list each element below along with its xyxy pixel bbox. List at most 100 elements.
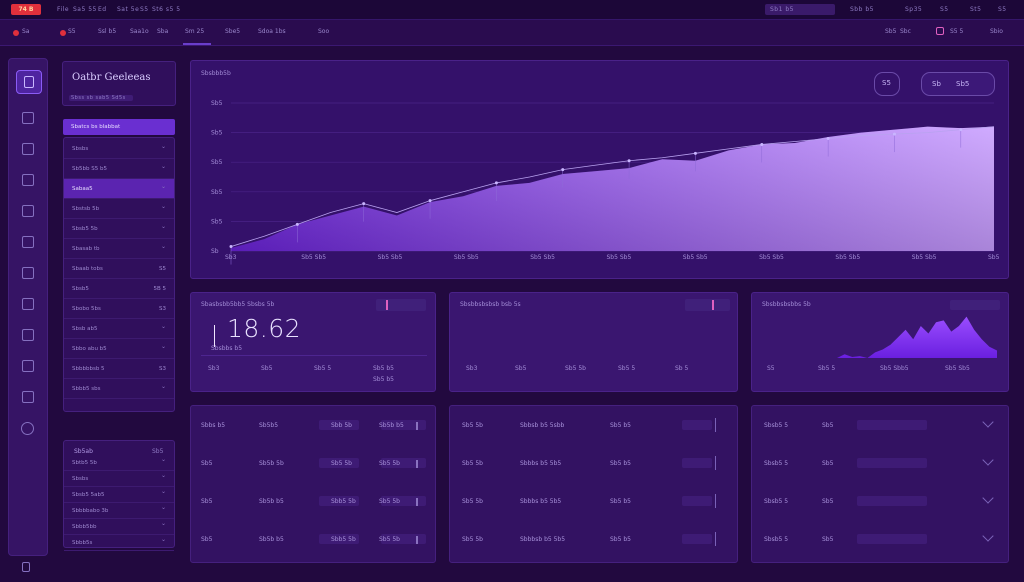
table-row[interactable]: Sb5 5b Sbbbsb b5 5b5 Sb5 b5 — [450, 528, 739, 550]
table-row[interactable]: Sb5 Sb5b b5 Sbb5 5b Sb5 5b — [191, 490, 437, 512]
data-point[interactable] — [494, 181, 498, 185]
top-right-item-0[interactable]: Sb1 b5 — [770, 6, 794, 13]
nav-item[interactable]: Sb5bb S5 b5 ⌄ — [64, 159, 174, 179]
toolbar-item-3[interactable]: Saa1o — [130, 28, 149, 35]
app-logo[interactable]: 74 B — [11, 4, 41, 15]
nav-item[interactable]: Sbbo abu b5 ⌄ — [64, 339, 174, 359]
menu-item-0[interactable]: File — [57, 6, 69, 13]
calendar-icon[interactable] — [22, 267, 34, 279]
toolbar-item-8[interactable]: Soo — [318, 28, 329, 35]
toolbar-right-1[interactable]: Sbc — [900, 28, 911, 35]
nav-item[interactable]: Sbbb5 sbs ⌄ — [64, 379, 174, 399]
data-point[interactable] — [693, 151, 697, 155]
chevron-down-icon[interactable] — [982, 416, 994, 428]
layers-icon[interactable] — [22, 236, 34, 248]
table-row[interactable]: Sb5 Sb5b b5 Sbb5 5b Sb5 5b — [191, 528, 437, 550]
toolbar-right-2[interactable]: S5 5 — [950, 28, 963, 35]
x-tick-label: Sb3 — [225, 254, 237, 261]
nav-item[interactable]: Sbobo 5bs S3 — [64, 299, 174, 319]
lower-nav-item[interactable]: Sbtb5 5b ⌄ — [64, 455, 174, 471]
nav-item[interactable]: Sbsb5 5b ⌄ — [64, 219, 174, 239]
chevron-down-icon[interactable] — [982, 454, 994, 466]
tab-active[interactable]: Sm 25 — [185, 28, 204, 35]
chevron-down-icon[interactable] — [982, 492, 994, 504]
menu-item-5[interactable]: St6 s5 5 — [152, 6, 181, 13]
table-row[interactable]: Sbsb5 5 Sb5 — [752, 490, 1010, 512]
table-cell: Sbsb5 5 — [764, 460, 789, 467]
menu-item-1[interactable]: Sa5 55 — [73, 6, 97, 13]
row-divider-icon[interactable] — [715, 456, 716, 470]
help-icon[interactable] — [21, 422, 34, 435]
lower-nav-item[interactable]: Sbbbbabo 3b ⌄ — [64, 503, 174, 519]
table-row[interactable]: Sbbs b5 Sb5b5 Sbb 5b Sb5b b5 — [191, 414, 437, 436]
data-point[interactable] — [229, 245, 233, 249]
menu-item-3[interactable]: Sat 5e — [117, 6, 139, 13]
top-right-item-3[interactable]: S5 — [940, 6, 949, 13]
top-right-item-1[interactable]: Sbb b5 — [850, 6, 874, 13]
y-tick-label: Sb5 — [211, 130, 223, 137]
data-point[interactable] — [826, 137, 830, 141]
toolbar-item-7[interactable]: Sdoa 1bs — [258, 28, 286, 35]
settings-icon[interactable] — [22, 360, 34, 372]
nav-item[interactable]: Sbbbbbsb 5 S3 — [64, 359, 174, 379]
notification-icon[interactable] — [936, 27, 944, 35]
table-row[interactable]: Sb5 5b Sbbsb b5 5sbb Sb5 b5 — [450, 414, 739, 436]
toolbar-item-1[interactable]: S5 — [68, 28, 76, 35]
nav-item[interactable]: Sbstsb 5b ⌄ — [64, 199, 174, 219]
mail-icon[interactable] — [22, 329, 34, 341]
nav-item[interactable]: Sabaa5 ⌄ — [64, 179, 174, 199]
row-divider-icon[interactable] — [715, 494, 716, 508]
data-point[interactable] — [627, 159, 631, 163]
nav-item[interactable]: Sbsbs ⌄ — [64, 139, 174, 159]
toolbar-item-4[interactable]: Sba — [157, 28, 168, 35]
nav-item[interactable]: Sbasab tb ⌄ — [64, 239, 174, 259]
toolbar-item-2[interactable]: Ssl b5 — [98, 28, 116, 35]
stat-card-1-filter[interactable] — [376, 299, 426, 311]
toolbar-right-3[interactable]: Sbio — [990, 28, 1003, 35]
data-point[interactable] — [760, 142, 764, 146]
data-point[interactable] — [892, 132, 896, 136]
table-row[interactable]: Sb5 5b Sbbbs b5 5b5 Sb5 b5 — [450, 452, 739, 474]
data-point[interactable] — [295, 222, 299, 226]
lower-nav-item[interactable]: Sbsbs ⌄ — [64, 471, 174, 487]
data-point[interactable] — [959, 128, 963, 132]
data-point[interactable] — [428, 199, 432, 203]
row-icon[interactable] — [416, 536, 418, 544]
row-icon[interactable] — [416, 498, 418, 506]
users-icon[interactable] — [22, 298, 34, 310]
toolbar-right-0[interactable]: Sb5 — [885, 28, 896, 35]
row-divider-icon[interactable] — [715, 418, 716, 432]
top-right-item-2[interactable]: Sp35 — [905, 6, 922, 13]
grid-icon[interactable] — [22, 143, 34, 155]
list-icon[interactable] — [22, 112, 34, 124]
stat-card-2-filter[interactable] — [685, 299, 730, 311]
nav-item[interactable]: Sbsb ab5 ⌄ — [64, 319, 174, 339]
top-right-item-4[interactable]: St5 — [970, 6, 981, 13]
nav-item[interactable]: Sbsb5 5B 5 — [64, 279, 174, 299]
nav-header-item[interactable]: Sbatcs bs blabbat — [63, 119, 175, 135]
data-point[interactable] — [362, 202, 366, 206]
folder-icon[interactable] — [22, 205, 34, 217]
row-icon[interactable] — [416, 460, 418, 468]
toolbar-item-6[interactable]: Sbe5 — [225, 28, 240, 35]
menu-item-4[interactable]: S5 — [140, 6, 149, 13]
table-row[interactable]: Sb5 5b Sbbbs b5 5b5 Sb5 b5 — [450, 490, 739, 512]
nav-item[interactable]: Sbaab tobs S5 — [64, 259, 174, 279]
toolbar-item-0[interactable]: Sa — [22, 28, 30, 35]
lower-nav-item[interactable]: Sbsb5 5ab5 ⌄ — [64, 487, 174, 503]
logout-icon[interactable] — [22, 562, 30, 572]
row-icon[interactable] — [416, 422, 418, 430]
table-row[interactable]: Sb5 Sb5b 5b Sb5 5b Sb5 5b — [191, 452, 437, 474]
table-row[interactable]: Sbsb5 5 Sb5 — [752, 528, 1010, 550]
data-point[interactable] — [561, 168, 565, 172]
table-row[interactable]: Sbsb5 5 Sb5 — [752, 414, 1010, 436]
lower-nav-item[interactable]: Sbbb5s ⌄ — [64, 535, 174, 551]
bell-icon[interactable] — [22, 391, 34, 403]
lower-nav-item[interactable]: Sbbb5bb ⌄ — [64, 519, 174, 535]
chart-icon[interactable] — [22, 174, 34, 186]
chevron-down-icon[interactable] — [982, 530, 994, 542]
menu-item-2[interactable]: Ed — [98, 6, 107, 13]
top-right-item-5[interactable]: S5 — [998, 6, 1007, 13]
row-divider-icon[interactable] — [715, 532, 716, 546]
table-row[interactable]: Sbsb5 5 Sb5 — [752, 452, 1010, 474]
